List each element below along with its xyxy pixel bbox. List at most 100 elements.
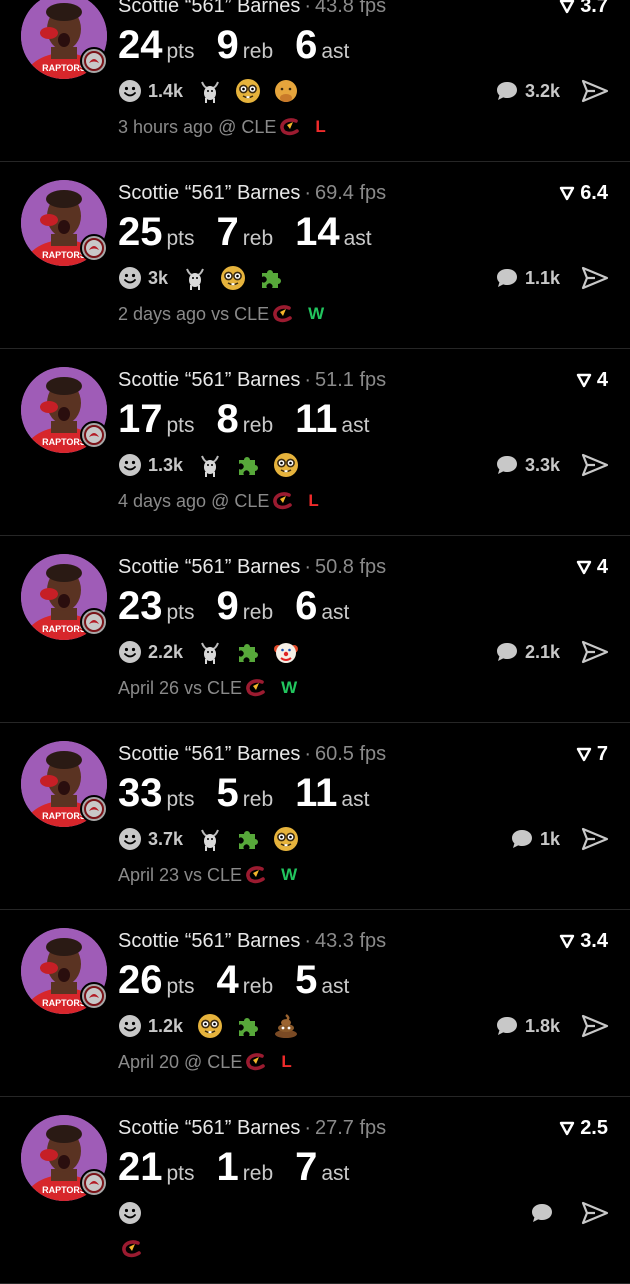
reaction-emojis[interactable]: [182, 265, 284, 291]
comment-button[interactable]: 3.2k: [495, 77, 560, 105]
game-result-badge: W: [281, 678, 298, 697]
share-button[interactable]: [580, 1012, 610, 1040]
comment-button[interactable]: [530, 1199, 560, 1227]
comment-button[interactable]: 1k: [510, 825, 560, 853]
assists-value: 14: [295, 210, 340, 254]
like-button[interactable]: 1.3k: [118, 453, 183, 477]
clown-icon[interactable]: [273, 639, 299, 665]
cavaliers-logo-icon: [121, 1240, 143, 1258]
player-name[interactable]: Scottie “561” Barnes: [118, 182, 300, 204]
points-value: 33: [118, 771, 163, 815]
fps-value: 69.4 fps: [315, 182, 387, 204]
comment-button[interactable]: 3.3k: [495, 451, 560, 479]
score-badge[interactable]: 6.4: [558, 180, 608, 206]
puzzle-icon[interactable]: [235, 639, 261, 665]
rebounds-value: 5: [216, 771, 239, 815]
post-card[interactable]: RAPTORS Scottie “561” Barnes · 51.1 fps 4 …: [0, 349, 630, 536]
puzzle-icon[interactable]: [258, 265, 284, 291]
like-button[interactable]: 3.7k: [118, 827, 183, 851]
reaction-emojis[interactable]: [197, 639, 299, 665]
share-button[interactable]: [580, 1199, 610, 1227]
poop-icon[interactable]: [273, 1013, 299, 1039]
score-badge[interactable]: 2.5: [558, 1115, 608, 1141]
player-name[interactable]: Scottie “561” Barnes: [118, 0, 300, 17]
separator-dot: ·: [304, 556, 311, 578]
smiley-icon: [119, 828, 141, 850]
game-result-badge: W: [281, 865, 298, 884]
nerd-face-icon[interactable]: [235, 78, 261, 104]
player-name[interactable]: Scottie “561” Barnes: [118, 743, 300, 765]
rebounds-label: reb: [242, 788, 274, 811]
score-value: 2.5: [580, 1117, 608, 1139]
like-count: 1.2k: [148, 1015, 184, 1036]
like-button[interactable]: 1.4k: [118, 79, 183, 103]
nerd-face-icon[interactable]: [273, 452, 299, 478]
reaction-emojis[interactable]: [197, 78, 299, 104]
post-card[interactable]: RAPTORS Scottie “561” Barnes · 60.5 fps 7 …: [0, 723, 630, 910]
game-time: April 23 vs CLE: [118, 864, 243, 885]
comment-button[interactable]: 2.1k: [495, 638, 560, 666]
goat-icon[interactable]: [197, 452, 223, 478]
like-button[interactable]: 3k: [118, 266, 168, 290]
player-name[interactable]: Scottie “561” Barnes: [118, 556, 300, 578]
nerd-face-icon[interactable]: [273, 826, 299, 852]
comment-button[interactable]: 1.8k: [495, 1012, 560, 1040]
goat-icon[interactable]: [197, 639, 223, 665]
player-name[interactable]: Scottie “561” Barnes: [118, 1117, 300, 1139]
reaction-emojis[interactable]: [197, 826, 299, 852]
fps-value: 51.1 fps: [315, 369, 387, 391]
share-button[interactable]: [580, 638, 610, 666]
rebounds-label: reb: [242, 1162, 274, 1185]
share-button[interactable]: [580, 77, 610, 105]
svg-text:RAPTORS: RAPTORS: [42, 811, 86, 821]
like-button[interactable]: 2.2k: [118, 640, 183, 664]
post-card[interactable]: RAPTORS Scottie “561” Barnes · 50.8 fps 4 …: [0, 536, 630, 723]
post-card[interactable]: RAPTORS Scottie “561” Barnes · 69.4 fps 6.…: [0, 162, 630, 349]
post-feed[interactable]: RAPTORS Scottie “561” Barnes · 43.8 fps 3.…: [0, 0, 630, 1284]
like-button[interactable]: 1.2k: [118, 1014, 183, 1038]
nerd-face-icon[interactable]: [197, 1013, 223, 1039]
post-card[interactable]: RAPTORS Scottie “561” Barnes · 43.3 fps 3.…: [0, 910, 630, 1097]
face-with-hand-icon[interactable]: [273, 78, 299, 104]
share-button[interactable]: [580, 451, 610, 479]
svg-text:RAPTORS: RAPTORS: [42, 1185, 86, 1195]
like-button[interactable]: [118, 1201, 148, 1225]
score-badge[interactable]: 4: [575, 554, 608, 580]
comment-bubble-icon: [532, 1204, 552, 1222]
post-card[interactable]: RAPTORS Scottie “561” Barnes · 27.7 fps 2.…: [0, 1097, 630, 1284]
post-card[interactable]: RAPTORS Scottie “561” Barnes · 43.8 fps 3.…: [0, 0, 630, 162]
score-badge[interactable]: 4: [575, 367, 608, 393]
goat-icon[interactable]: [182, 265, 208, 291]
score-badge[interactable]: 3.4: [558, 928, 608, 954]
comment-button[interactable]: 1.1k: [495, 264, 560, 292]
puzzle-icon[interactable]: [235, 826, 261, 852]
goat-icon[interactable]: [197, 78, 223, 104]
goat-icon[interactable]: [197, 826, 223, 852]
comment-bubble-icon: [496, 82, 517, 100]
share-button[interactable]: [580, 264, 610, 292]
points-label: pts: [166, 1162, 195, 1185]
points-label: pts: [166, 40, 195, 63]
puzzle-icon[interactable]: [235, 1013, 261, 1039]
game-result-badge: L: [281, 1052, 292, 1071]
reaction-emojis[interactable]: [197, 1013, 299, 1039]
score-badge[interactable]: 7: [575, 741, 608, 767]
reactions-row: 1.2k: [118, 1012, 299, 1040]
score-badge[interactable]: 3.7: [558, 0, 608, 19]
separator-dot: ·: [304, 182, 311, 204]
fps-value: 50.8 fps: [315, 556, 387, 578]
upvote-arrow-icon: [576, 560, 592, 575]
share-button[interactable]: [580, 825, 610, 853]
score-value: 4: [596, 369, 608, 391]
nerd-face-icon[interactable]: [220, 265, 246, 291]
player-name[interactable]: Scottie “561” Barnes: [118, 930, 300, 952]
rebounds-label: reb: [242, 227, 274, 250]
player-name[interactable]: Scottie “561” Barnes: [118, 369, 300, 391]
raptors-logo-icon: [80, 795, 108, 823]
reaction-emojis[interactable]: [197, 452, 299, 478]
send-arrow-icon: [581, 266, 609, 290]
puzzle-icon[interactable]: [235, 452, 261, 478]
points-label: pts: [166, 975, 195, 998]
score-value: 6.4: [580, 182, 608, 204]
reactions-row: 1.3k: [118, 451, 299, 479]
